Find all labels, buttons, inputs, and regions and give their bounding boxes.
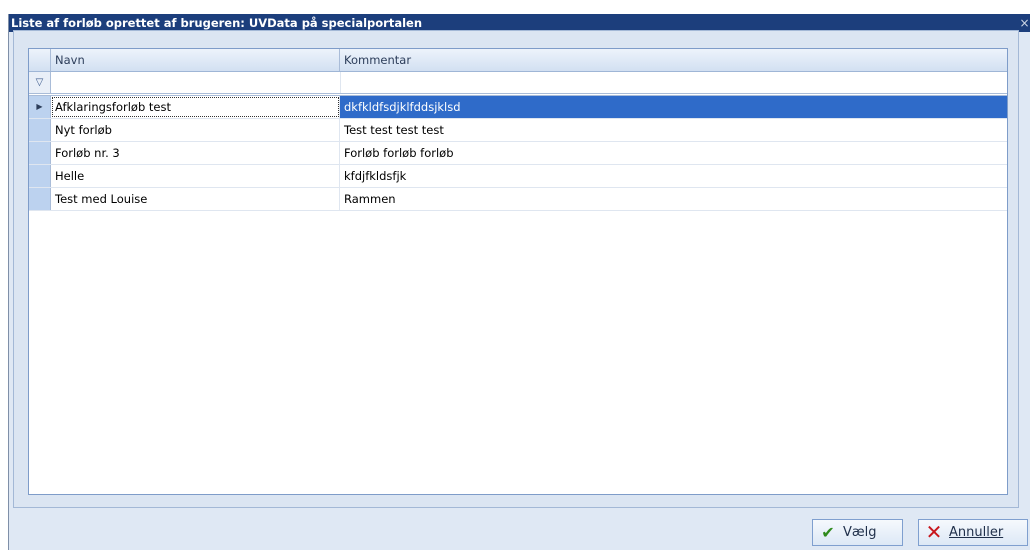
row-pointer-icon[interactable]: ▶ <box>29 96 51 118</box>
cell-navn[interactable]: Nyt forløb <box>51 119 340 141</box>
cell-navn[interactable]: Forløb nr. 3 <box>51 142 340 164</box>
table-row[interactable]: Nyt forløb Test test test test <box>29 119 1007 142</box>
funnel-icon[interactable]: ▽ <box>29 72 51 93</box>
column-header-navn[interactable]: Navn <box>51 49 340 71</box>
cell-kommentar[interactable]: Forløb forløb forløb <box>340 142 1007 164</box>
cancel-button[interactable]: ✕ Annuller <box>918 519 1028 546</box>
cell-navn[interactable]: Helle <box>51 165 340 187</box>
x-icon: ✕ <box>925 520 943 544</box>
data-grid[interactable]: Navn Kommentar ▽ ▶ Afklaringsforløb test d… <box>28 48 1008 495</box>
filter-row: ▽ <box>29 72 1007 96</box>
grid-panel: Navn Kommentar ▽ ▶ Afklaringsforløb test d… <box>13 30 1019 508</box>
row-indicator[interactable] <box>29 165 51 187</box>
table-row[interactable]: Test med Louise Rammen <box>29 188 1007 211</box>
cell-kommentar[interactable]: kfdjfkldsfjk <box>340 165 1007 187</box>
column-header-kommentar[interactable]: Kommentar <box>340 49 1007 71</box>
select-button[interactable]: ✔ Vælg <box>812 519 903 546</box>
cell-kommentar[interactable]: Test test test test <box>340 119 1007 141</box>
header-indicator-cell <box>29 49 51 71</box>
window-title: Liste af forløb oprettet af brugeren: UV… <box>11 16 423 30</box>
cell-navn[interactable]: Afklaringsforløb test <box>51 96 340 118</box>
table-row[interactable]: ▶ Afklaringsforløb test dkfkldfsdjklfddsjk… <box>29 96 1007 119</box>
row-indicator[interactable] <box>29 188 51 210</box>
cell-kommentar[interactable]: dkfkldfsdjklfddsjklsd <box>340 96 1007 118</box>
cell-navn[interactable]: Test med Louise <box>51 188 340 210</box>
grid-header: Navn Kommentar <box>29 49 1007 72</box>
filter-input-navn[interactable] <box>51 72 341 93</box>
cancel-button-label: Annuller <box>949 525 1004 540</box>
cell-kommentar[interactable]: Rammen <box>340 188 1007 210</box>
table-row[interactable]: Helle kfdjfkldsfjk <box>29 165 1007 188</box>
close-icon[interactable]: × <box>1018 16 1030 30</box>
row-indicator[interactable] <box>29 119 51 141</box>
checkmark-icon: ✔ <box>821 523 835 542</box>
select-button-label: Vælg <box>843 525 877 540</box>
row-indicator[interactable] <box>29 142 51 164</box>
table-row[interactable]: Forløb nr. 3 Forløb forløb forløb <box>29 142 1007 165</box>
